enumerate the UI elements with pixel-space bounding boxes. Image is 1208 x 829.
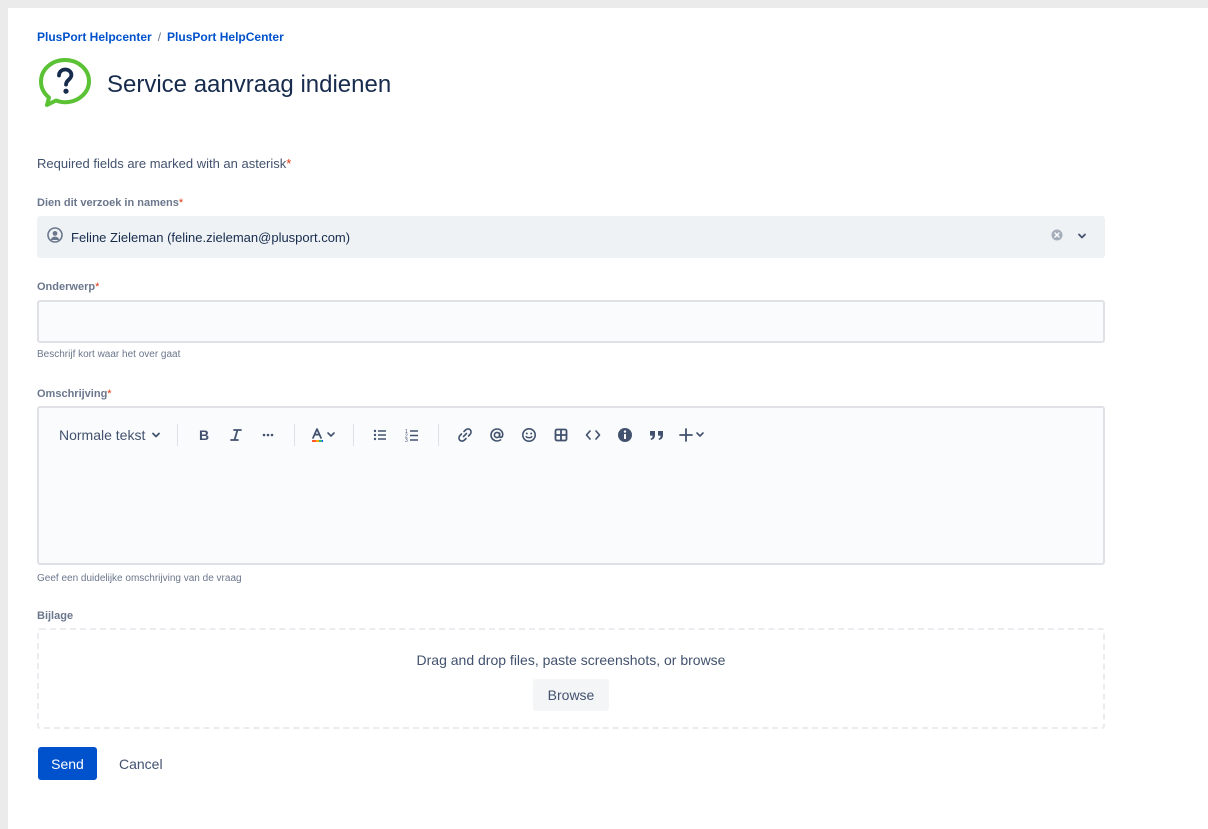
quote-icon[interactable] (647, 424, 667, 446)
more-formatting-icon[interactable] (258, 424, 278, 446)
description-helper-text: Geef een duidelijke omschrijving van de … (37, 573, 242, 584)
dropzone-text: Drag and drop files, paste screenshots, … (416, 652, 726, 668)
chevron-down-icon[interactable] (1077, 228, 1087, 246)
subject-label-text: Onderwerp (37, 281, 96, 293)
on-behalf-value: Feline Zieleman (feline.zieleman@pluspor… (71, 229, 351, 245)
on-behalf-label-text: Dien dit verzoek in namens (37, 197, 179, 209)
page-header: Service aanvraag indienen (37, 56, 391, 113)
required-asterisk: * (178, 197, 184, 209)
description-label: Omschrijving* (37, 388, 112, 400)
insert-plus-icon[interactable] (679, 424, 707, 446)
send-button[interactable]: Send (38, 747, 97, 780)
question-speech-bubble-icon (37, 56, 93, 113)
toolbar-divider (353, 424, 355, 446)
description-label-text: Omschrijving (37, 388, 108, 400)
info-panel-icon[interactable] (615, 424, 635, 446)
select-actions (1051, 228, 1095, 246)
clear-icon[interactable] (1051, 228, 1063, 246)
toolbar-divider (438, 424, 440, 446)
toolbar-divider (177, 424, 179, 446)
breadcrumb-link-helpcenter[interactable]: PlusPort Helpcenter (37, 30, 152, 44)
attachment-dropzone[interactable]: Drag and drop files, paste screenshots, … (37, 628, 1105, 729)
breadcrumb-separator: / (157, 30, 162, 44)
breadcrumb: PlusPort Helpcenter / PlusPort HelpCente… (37, 30, 284, 44)
bullet-list-icon[interactable] (370, 424, 390, 446)
request-form-panel: PlusPort Helpcenter / PlusPort HelpCente… (8, 8, 1208, 829)
required-fields-note: Required fields are marked with an aster… (37, 156, 291, 171)
mention-icon[interactable] (487, 424, 507, 446)
numbered-list-icon[interactable]: 123 (402, 424, 422, 446)
code-icon[interactable] (583, 424, 603, 446)
link-icon[interactable] (455, 424, 475, 446)
attachment-label: Bijlage (37, 610, 74, 622)
on-behalf-select[interactable]: Feline Zieleman (feline.zieleman@pluspor… (37, 216, 1105, 258)
editor-toolbar: Normale tekst B 1 2 3 (59, 424, 707, 446)
text-style-label: Normale tekst (59, 427, 146, 443)
required-asterisk: * (95, 281, 100, 293)
required-asterisk: * (107, 388, 112, 400)
subject-input[interactable] (37, 300, 1105, 343)
text-style-dropdown[interactable]: Normale tekst (59, 424, 161, 446)
text-color-icon[interactable] (311, 424, 337, 446)
breadcrumb-link-portal[interactable]: PlusPort HelpCenter (167, 30, 284, 44)
on-behalf-label: Dien dit verzoek in namens* (37, 197, 183, 209)
page-title: Service aanvraag indienen (107, 70, 392, 98)
subject-label: Onderwerp* (37, 281, 99, 293)
required-asterisk: * (286, 156, 292, 171)
italic-icon[interactable] (226, 424, 246, 446)
required-note-text: Required fields are marked with an aster… (37, 156, 287, 171)
emoji-icon[interactable] (519, 424, 539, 446)
browse-button[interactable]: Browse (533, 679, 609, 711)
toolbar-divider (294, 424, 296, 446)
description-editor[interactable]: Normale tekst B 1 2 3 (37, 406, 1105, 565)
svg-text:3: 3 (405, 438, 408, 442)
svg-text:B: B (199, 428, 209, 442)
subject-helper-text: Beschrijf kort waar het over gaat (37, 349, 181, 360)
user-avatar-icon (47, 226, 63, 248)
table-icon[interactable] (551, 424, 571, 446)
chevron-down-icon (151, 427, 161, 443)
bold-icon[interactable]: B (194, 424, 214, 446)
cancel-button[interactable]: Cancel (110, 747, 172, 780)
